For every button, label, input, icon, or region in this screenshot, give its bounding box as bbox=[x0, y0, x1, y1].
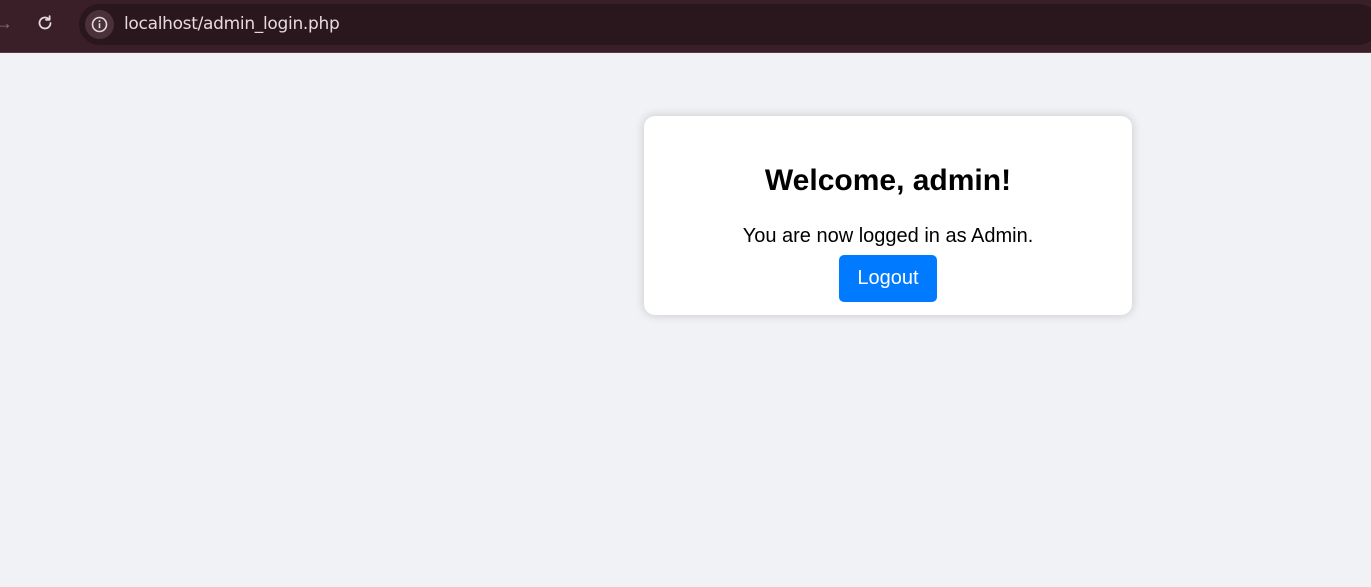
forward-arrow-icon[interactable]: → bbox=[0, 13, 14, 33]
address-bar[interactable]: localhost/admin_login.php bbox=[79, 4, 1371, 45]
browser-toolbar: → localhost/admin_login.php bbox=[0, 0, 1371, 53]
login-status-message: You are now logged in as Admin. bbox=[742, 225, 1034, 247]
reload-icon[interactable] bbox=[34, 12, 56, 34]
info-icon[interactable] bbox=[85, 10, 114, 39]
url-text[interactable]: localhost/admin_login.php bbox=[124, 14, 340, 35]
logout-button[interactable]: Logout bbox=[839, 255, 937, 302]
welcome-card: Welcome, admin! You are now logged in as… bbox=[644, 116, 1132, 315]
page-body: Welcome, admin! You are now logged in as… bbox=[0, 53, 1371, 587]
welcome-heading: Welcome, admin! bbox=[764, 164, 1012, 197]
